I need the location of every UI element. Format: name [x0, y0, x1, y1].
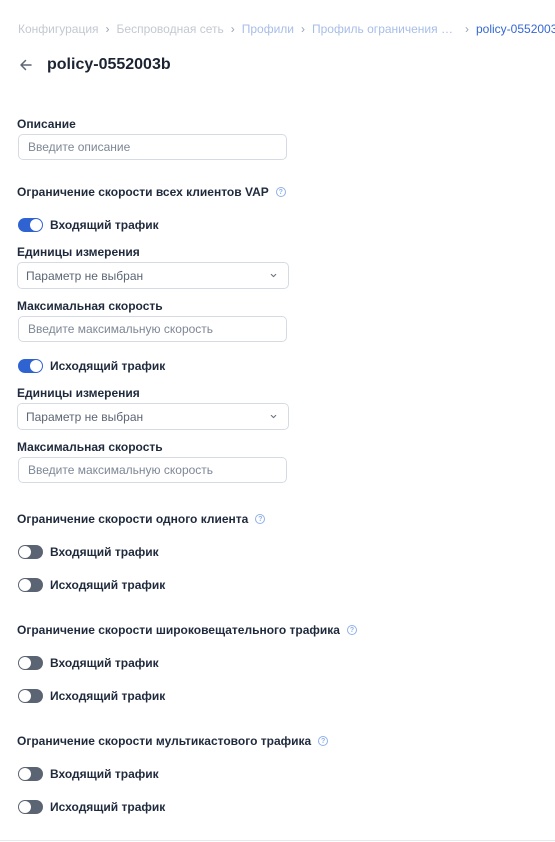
multicast-incoming-toggle[interactable]: Входящий трафик [18, 766, 159, 782]
vap-incoming-units-label: Единицы измерения [17, 245, 140, 259]
toggle-label: Исходящий трафик [50, 800, 166, 814]
toggle-label: Входящий трафик [50, 218, 159, 232]
breadcrumb-separator: › [465, 22, 469, 36]
arrow-left-icon[interactable] [18, 57, 34, 73]
toggle-label: Исходящий трафик [50, 578, 166, 592]
toggle-switch[interactable] [18, 578, 43, 592]
help-icon[interactable]: ? [318, 736, 329, 746]
toggle-switch[interactable] [18, 359, 43, 373]
toggle-label: Входящий трафик [50, 767, 159, 781]
vap-outgoing-units-select[interactable]: Параметр не выбран [17, 403, 289, 430]
help-icon[interactable]: ? [346, 625, 357, 635]
broadcast-section-title-text: Ограничение скорости широковещательного … [17, 623, 340, 637]
toggle-switch[interactable] [18, 656, 43, 670]
vap-outgoing-toggle[interactable]: Исходящий трафик [18, 358, 165, 374]
breadcrumb-separator: › [301, 22, 305, 36]
breadcrumb-separator: › [230, 22, 235, 36]
help-icon[interactable]: ? [275, 187, 286, 197]
broadcast-section-title: Ограничение скорости широковещательного … [17, 623, 357, 637]
toggle-label: Входящий трафик [50, 545, 159, 559]
page-header: policy-0552003b [18, 54, 171, 76]
single-client-section-title-text: Ограничение скорости одного клиента [17, 512, 249, 526]
vap-incoming-units-select[interactable]: Параметр не выбран [17, 262, 289, 289]
divider [0, 840, 555, 841]
toggle-label: Входящий трафик [50, 656, 159, 670]
select-value: Параметр не выбран [26, 409, 144, 424]
toggle-switch[interactable] [18, 767, 43, 781]
broadcast-incoming-toggle[interactable]: Входящий трафик [18, 655, 159, 671]
vap-incoming-toggle[interactable]: Входящий трафик [18, 217, 159, 233]
chevron-down-icon [270, 273, 277, 278]
page-title: policy-0552003b [47, 56, 171, 73]
broadcast-outgoing-toggle[interactable]: Исходящий трафик [18, 688, 165, 704]
multicast-section-title-text: Ограничение скорости мультикастового тра… [17, 734, 312, 748]
description-input[interactable] [18, 134, 287, 160]
multicast-outgoing-toggle[interactable]: Исходящий трафик [18, 799, 165, 815]
single-client-outgoing-toggle[interactable]: Исходящий трафик [18, 577, 165, 593]
toggle-label: Исходящий трафик [50, 689, 166, 703]
breadcrumb-item-wireless[interactable]: Беспроводная сеть [117, 22, 224, 36]
multicast-section-title: Ограничение скорости мультикастового тра… [17, 734, 329, 748]
toggle-switch[interactable] [18, 545, 43, 559]
help-icon[interactable]: ? [255, 514, 266, 524]
select-value: Параметр не выбран [26, 268, 144, 283]
toggle-switch[interactable] [18, 689, 43, 703]
breadcrumb-item-rate-limit-profile[interactable]: Профиль ограничения скорости [312, 22, 458, 36]
single-client-section-title: Ограничение скорости одного клиента ? [17, 512, 266, 526]
chevron-down-icon [270, 414, 277, 419]
vap-section-title-text: Ограничение скорости всех клиентов VAP [17, 185, 269, 199]
breadcrumb-item-current: policy-0552003b [476, 22, 555, 36]
breadcrumb: Конфигурация › Беспроводная сеть › Профи… [18, 21, 555, 37]
breadcrumb-item-configuration[interactable]: Конфигурация [18, 22, 99, 36]
description-label: Описание [17, 117, 76, 131]
vap-outgoing-max-label: Максимальная скорость [17, 440, 163, 454]
toggle-label: Исходящий трафик [50, 359, 166, 373]
toggle-switch[interactable] [18, 800, 43, 814]
vap-outgoing-max-input[interactable] [18, 457, 287, 483]
vap-incoming-max-label: Максимальная скорость [17, 299, 163, 313]
single-client-incoming-toggle[interactable]: Входящий трафик [18, 544, 159, 560]
toggle-switch[interactable] [18, 218, 43, 232]
vap-section-title: Ограничение скорости всех клиентов VAP ? [17, 185, 286, 199]
breadcrumb-item-profiles[interactable]: Профили [242, 22, 294, 36]
vap-outgoing-units-label: Единицы измерения [17, 386, 140, 400]
breadcrumb-separator: › [105, 22, 110, 36]
vap-incoming-max-input[interactable] [18, 316, 287, 342]
